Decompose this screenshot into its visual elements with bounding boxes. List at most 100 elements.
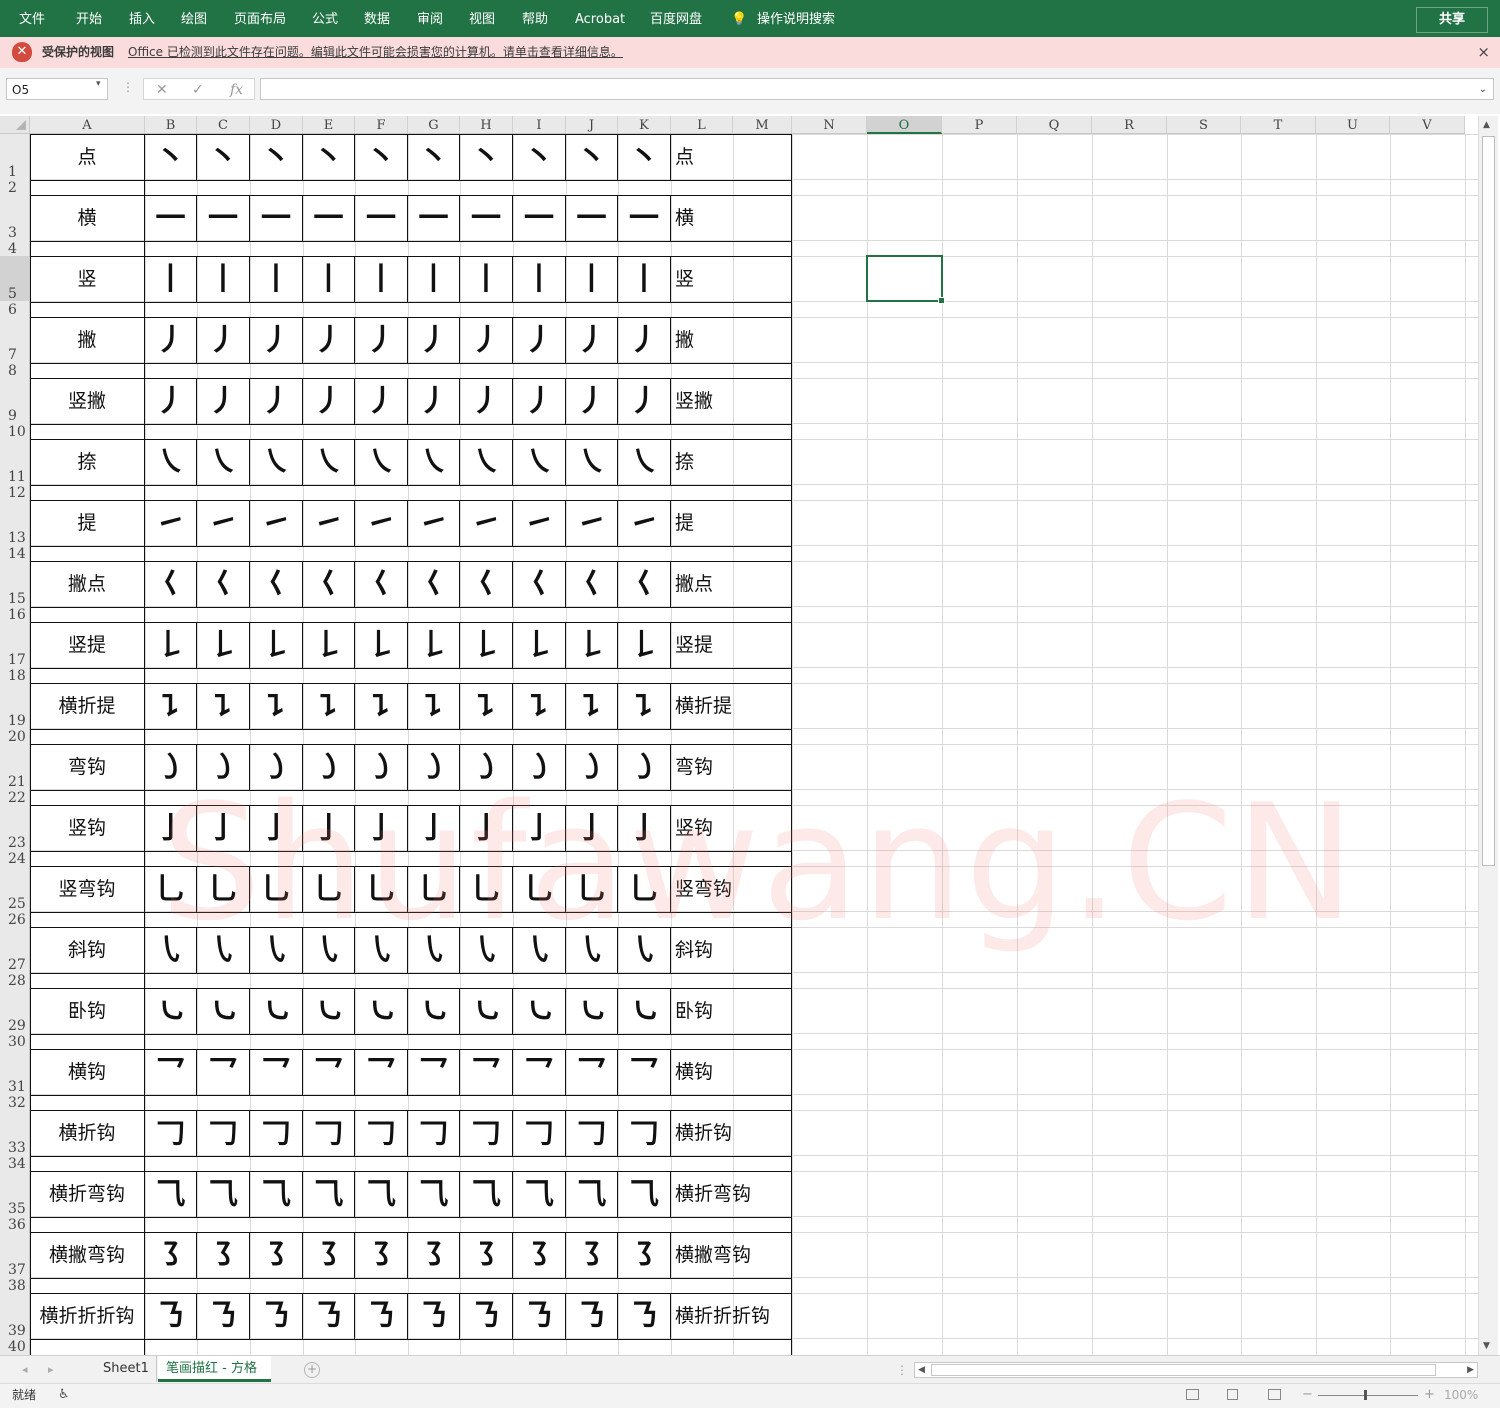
stroke-glyph-cell[interactable]: ㇊ [197,684,250,729]
stroke-glyph-cell[interactable]: 𠄌 [303,623,355,668]
stroke-name[interactable]: 竖提 [30,623,145,668]
column-header[interactable]: Q [1017,116,1092,134]
stroke-row-tail[interactable] [733,1233,792,1278]
stroke-glyph-cell[interactable]: ㇃ [566,989,618,1034]
row-header[interactable]: 22 [0,789,29,805]
stroke-glyph-cell[interactable]: 丿 [566,318,618,363]
zoom-slider-knob[interactable] [1364,1390,1367,1400]
stroke-glyph-cell[interactable]: 丿 [145,318,197,363]
stroke-name[interactable]: 横折折折钩 [30,1294,145,1339]
scroll-right-icon[interactable]: ▶ [1467,1363,1474,1377]
stroke-name[interactable]: 横折提 [30,684,145,729]
stroke-row-tail[interactable] [733,135,792,180]
sheet-tab-sheet1[interactable]: Sheet1 [95,1356,157,1382]
stroke-glyph-cell[interactable]: ㇌ [618,1233,671,1278]
row-header[interactable]: 9 [0,378,29,423]
stroke-name-right[interactable]: 横折折折钩 [671,1294,770,1339]
stroke-name-right[interactable]: 横撇弯钩 [671,1233,751,1278]
stroke-glyph-cell[interactable]: ㇀ [250,501,303,546]
stroke-glyph-cell[interactable]: 丿 [355,379,408,424]
stroke-row-tail[interactable] [733,257,792,302]
scroll-left-icon[interactable]: ◀ [918,1363,925,1377]
stroke-glyph-cell[interactable]: ㇊ [566,684,618,729]
stroke-glyph-cell[interactable]: ㇀ [355,501,408,546]
column-header[interactable]: H [460,116,513,134]
stroke-glyph-cell[interactable]: ⺄ [197,1172,250,1217]
stroke-glyph-cell[interactable]: ㇀ [566,501,618,546]
stroke-glyph-cell[interactable]: 𠃌 [355,1111,408,1156]
stroke-glyph-cell[interactable]: ㇏ [250,440,303,485]
stroke-glyph-cell[interactable]: 丿 [460,379,513,424]
stroke-glyph-cell[interactable]: 丶 [303,135,355,180]
stroke-glyph-cell[interactable]: ㇏ [145,440,197,485]
page-break-view-icon[interactable] [1268,1389,1281,1400]
stroke-glyph-cell[interactable]: 𠃌 [460,1111,513,1156]
stroke-glyph-cell[interactable]: 丨 [197,257,250,302]
stroke-glyph-cell[interactable]: ㇀ [460,501,513,546]
stroke-glyph-cell[interactable]: 𠄌 [513,623,566,668]
stroke-glyph-cell[interactable]: 丶 [566,135,618,180]
stroke-glyph-cell[interactable]: ⺄ [250,1172,303,1217]
stroke-glyph-cell[interactable]: 𠄌 [566,623,618,668]
expand-formula-icon[interactable]: ⌄ [1479,79,1487,101]
ribbon-tab[interactable]: Acrobat [575,0,625,37]
stroke-glyph-cell[interactable]: 丶 [145,135,197,180]
column-header[interactable]: B [145,116,197,134]
row-header[interactable]: 36 [0,1216,29,1232]
stroke-glyph-cell[interactable]: ㇃ [408,989,460,1034]
stroke-glyph-cell[interactable]: 一 [408,196,460,241]
enter-icon[interactable]: ✓ [192,79,204,101]
column-header[interactable]: V [1390,116,1465,134]
stroke-glyph-cell[interactable]: ㇀ [303,501,355,546]
stroke-glyph-cell[interactable]: 乛 [566,1050,618,1095]
stroke-glyph-cell[interactable]: 丨 [618,257,671,302]
column-header[interactable]: K [618,116,671,134]
stroke-glyph-cell[interactable]: ㇌ [197,1233,250,1278]
stroke-glyph-cell[interactable]: ㇡ [566,1294,618,1339]
zoom-level[interactable]: 100% [1444,1384,1478,1406]
stroke-name[interactable]: 捺 [30,440,145,485]
row-header[interactable]: 30 [0,1033,29,1049]
stroke-glyph-cell[interactable]: ㇃ [355,989,408,1034]
stroke-name[interactable]: 撇点 [30,562,145,607]
more-options-icon[interactable]: ⋮ [122,80,134,94]
stroke-glyph-cell[interactable]: 𠄌 [197,623,250,668]
row-header[interactable]: 13 [0,500,29,545]
row-header[interactable]: 27 [0,927,29,972]
row-header[interactable]: 5 [0,256,29,301]
stroke-glyph-cell[interactable]: ㇌ [303,1233,355,1278]
vertical-scroll-thumb[interactable] [1482,136,1495,866]
stroke-glyph-cell[interactable]: ⺄ [303,1172,355,1217]
row-header[interactable]: 25 [0,866,29,911]
stroke-glyph-cell[interactable]: 丶 [355,135,408,180]
normal-view-icon[interactable] [1186,1389,1199,1400]
stroke-row-tail[interactable] [733,1111,792,1156]
row-header[interactable]: 23 [0,805,29,850]
chevron-down-icon[interactable]: ▾ [96,79,101,89]
stroke-name-right[interactable]: 横钩 [671,1050,733,1095]
stroke-name-right[interactable]: 横折弯钩 [671,1172,751,1217]
ribbon-tab[interactable]: 数据 [364,0,390,37]
scroll-up-icon[interactable]: ▲ [1483,120,1490,130]
stroke-glyph-cell[interactable]: 一 [566,196,618,241]
stroke-name[interactable]: 撇 [30,318,145,363]
stroke-name[interactable]: 横 [30,196,145,241]
row-header[interactable]: 26 [0,911,29,927]
stroke-glyph-cell[interactable]: 𠃌 [566,1111,618,1156]
column-header[interactable]: E [303,116,355,134]
tell-me-search[interactable]: 操作说明搜索 [757,0,835,37]
stroke-glyph-cell[interactable]: ㇊ [355,684,408,729]
stroke-glyph-cell[interactable]: 一 [460,196,513,241]
stroke-name-right[interactable]: 捺 [671,440,733,485]
ribbon-tab[interactable]: 开始 [76,0,102,37]
row-header[interactable]: 21 [0,744,29,789]
stroke-name-right[interactable]: 撇点 [671,562,733,607]
column-header[interactable]: A [30,116,145,134]
stroke-glyph-cell[interactable]: 丿 [355,318,408,363]
stroke-name[interactable]: 竖钩 [30,806,145,851]
column-header[interactable]: C [197,116,250,134]
stroke-glyph-cell[interactable]: ㇏ [355,440,408,485]
stroke-glyph-cell[interactable]: 丿 [618,379,671,424]
stroke-glyph-cell[interactable]: ⺄ [618,1172,671,1217]
ribbon-tab[interactable]: 视图 [469,0,495,37]
